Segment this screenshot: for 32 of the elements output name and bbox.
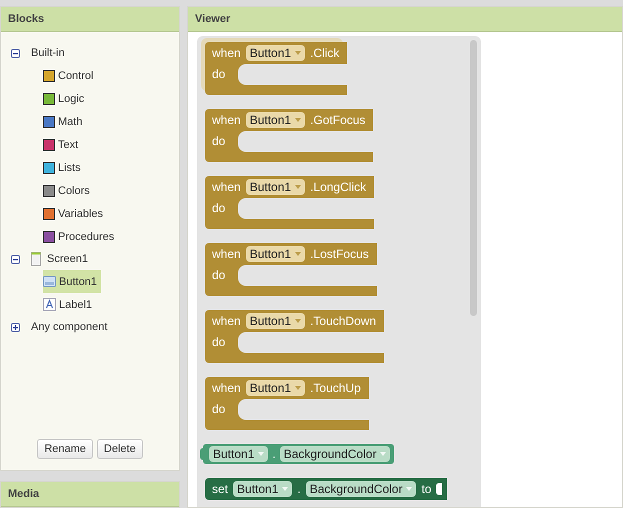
event-block[interactable]: when Button1 .LongClick do: [205, 176, 374, 229]
category-item[interactable]: Procedures: [58, 230, 114, 242]
category-item[interactable]: Text: [58, 138, 78, 150]
collapse-icon[interactable]: [11, 254, 20, 264]
panel-title: Blocks: [1, 7, 179, 32]
button-icon: [43, 276, 56, 287]
event-block[interactable]: when Button1 .GotFocus do: [205, 109, 374, 162]
tree-item[interactable]: Any component: [31, 321, 108, 333]
property-setter-block[interactable]: set Button1 . BackgroundColor to: [205, 478, 448, 500]
collapse-icon[interactable]: [11, 48, 20, 58]
component-item[interactable]: Label1: [43, 293, 96, 316]
category-item[interactable]: Logic: [58, 92, 84, 104]
expand-icon[interactable]: [11, 322, 20, 332]
panel-button[interactable]: Rename: [37, 439, 93, 459]
panel-title: Viewer: [188, 7, 622, 32]
event-block[interactable]: when Button1 .TouchDown do: [205, 310, 384, 363]
category-item[interactable]: Lists: [58, 162, 81, 174]
property-getter-block[interactable]: Button1 . BackgroundColor: [203, 444, 394, 464]
panel-button[interactable]: Delete: [96, 439, 143, 459]
phone-icon: [31, 252, 41, 266]
event-block[interactable]: when Button1 .LostFocus do: [205, 243, 377, 296]
category-item[interactable]: Control: [58, 70, 94, 82]
event-block[interactable]: when Button1 .TouchUp do: [205, 377, 369, 430]
component-item[interactable]: Button1: [43, 270, 101, 293]
tree-item[interactable]: Built-in: [31, 47, 65, 59]
category-item[interactable]: Variables: [58, 208, 104, 220]
panel-title: Media: [1, 482, 179, 507]
scrollbar-thumb[interactable]: [470, 40, 477, 316]
tree-item[interactable]: Screen1: [47, 253, 88, 265]
category-item[interactable]: Colors: [58, 184, 90, 196]
category-item[interactable]: Math: [58, 116, 82, 128]
text-label-icon: [43, 298, 56, 311]
